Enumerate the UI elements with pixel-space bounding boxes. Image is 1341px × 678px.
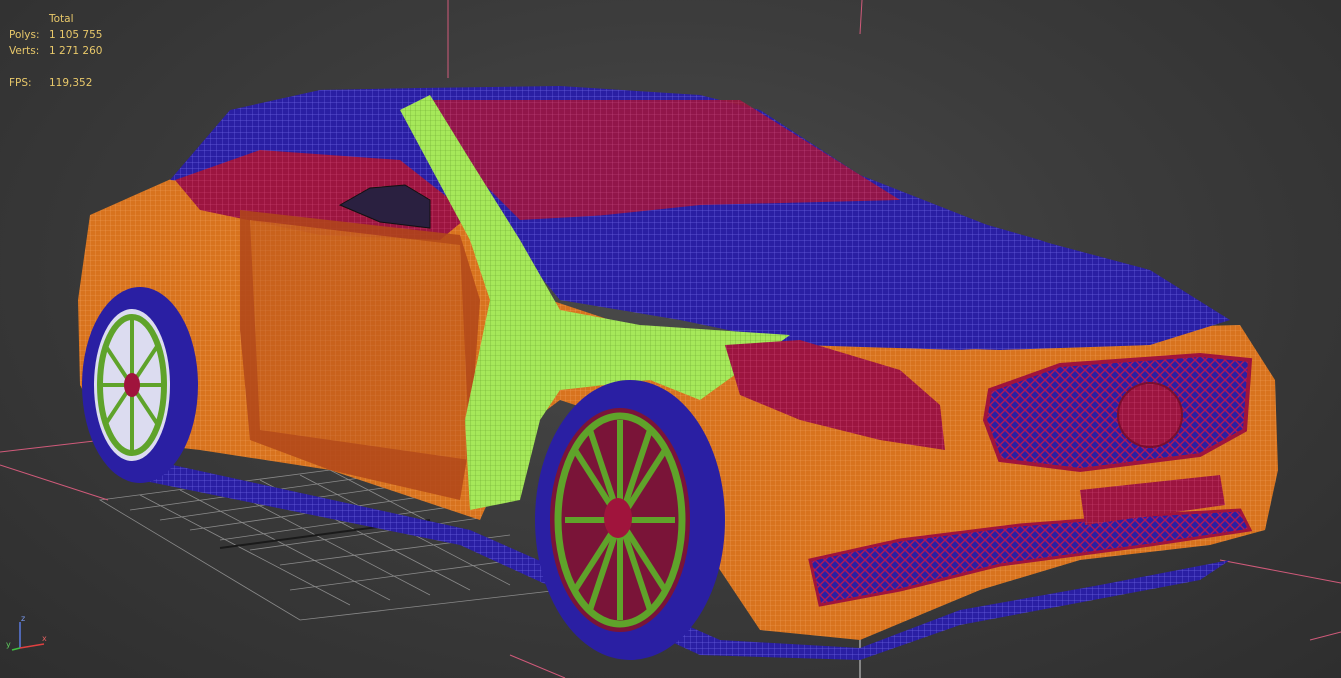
verts-label: Verts:	[9, 45, 40, 57]
car-rear-wheel	[82, 287, 198, 483]
axis-x-line	[19, 643, 45, 649]
car-emblem	[1117, 382, 1183, 448]
polys-value: 1 105 755	[49, 29, 103, 41]
perspective-viewport[interactable]: Total Polys: 1 105 755 Verts: 1 271 260 …	[0, 0, 1341, 678]
axis-y-label: y	[6, 640, 11, 649]
axis-x-label: x	[42, 634, 47, 643]
axis-gizmo[interactable]: z x y	[2, 610, 52, 656]
axis-y-line	[11, 647, 21, 651]
fps-label: FPS:	[9, 77, 32, 89]
axis-z-label: z	[21, 614, 26, 623]
car-wireframe-model[interactable]	[78, 86, 1278, 660]
stats-header: Total	[49, 13, 74, 25]
fps-value: 119,352	[49, 77, 93, 89]
polys-label: Polys:	[9, 29, 40, 41]
verts-value: 1 271 260	[49, 45, 103, 57]
car-front-wheel	[535, 380, 725, 660]
